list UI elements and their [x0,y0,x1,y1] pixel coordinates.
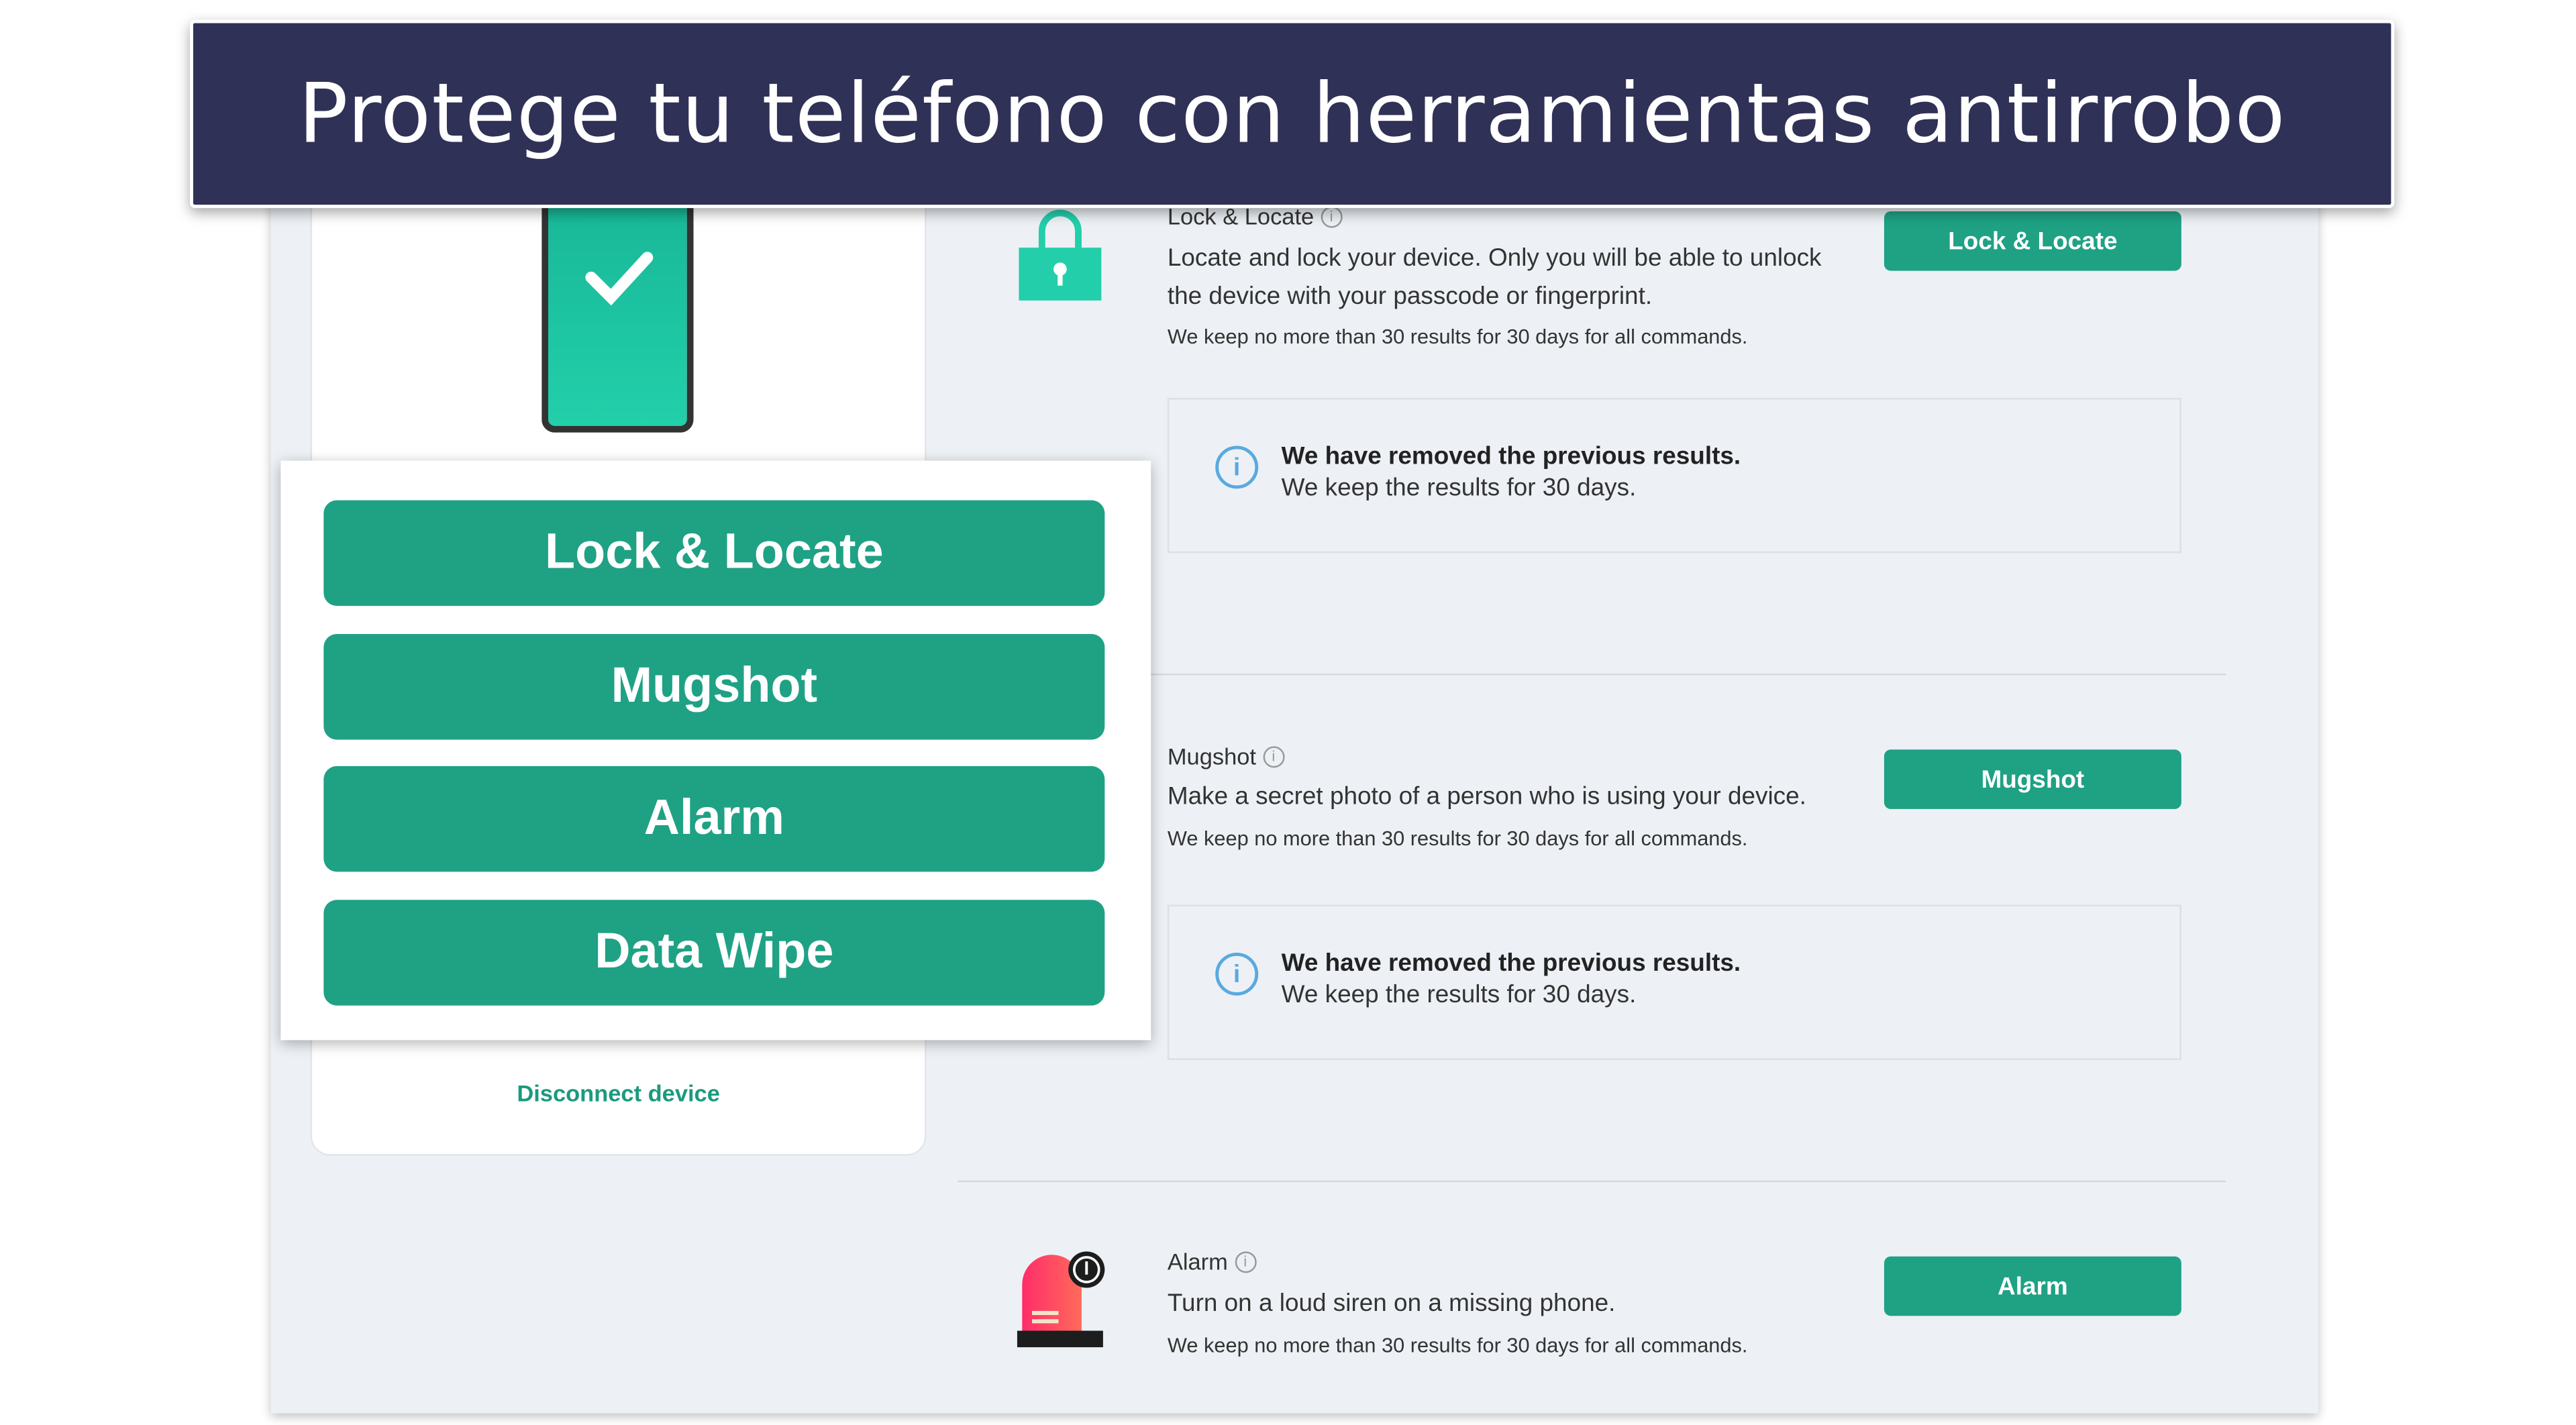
info-text: We keep the results for 30 days. [1281,474,1637,503]
padlock-icon [1019,208,1102,312]
info-icon[interactable]: i [1262,745,1284,768]
results-info-box: i We have removed the previous results. … [1167,904,2181,1060]
data-wipe-feature-button[interactable]: Data Wipe [323,900,1105,1006]
alarm-button[interactable]: Alarm [1884,1256,2181,1316]
results-info-box: i We have removed the previous results. … [1167,398,2181,553]
retention-note: We keep no more than 30 results for 30 d… [1167,325,1748,349]
phone-protected-icon [542,181,694,433]
section-title: Mugshot [1167,743,1257,770]
mugshot-title: Mugshot i [1167,743,1284,770]
lock-locate-button[interactable]: Lock & Locate [1884,211,2181,271]
retention-note: We keep no more than 30 results for 30 d… [1167,1334,1748,1357]
info-icon[interactable]: i [1321,205,1343,227]
info-circle-icon: i [1215,445,1259,489]
divider [958,1180,2226,1183]
info-bold-text: We have removed the previous results. [1281,949,1741,978]
lock-locate-feature-button[interactable]: Lock & Locate [323,500,1105,606]
lock-locate-description: Locate and lock your device. Only you wi… [1168,240,1822,315]
retention-note: We keep no more than 30 results for 30 d… [1167,827,1748,851]
info-bold-text: We have removed the previous results. [1281,442,1741,471]
siren-icon [1015,1248,1108,1359]
description-line: the device with your passcode or fingerp… [1167,282,1653,311]
alarm-feature-button[interactable]: Alarm [323,766,1105,872]
mugshot-feature-button[interactable]: Mugshot [323,633,1105,740]
info-text: We keep the results for 30 days. [1281,980,1637,1009]
info-icon[interactable]: i [1234,1251,1256,1273]
section-title: Alarm [1167,1248,1228,1275]
disconnect-device-link[interactable]: Disconnect device [311,1079,927,1106]
feature-list-overlay: Lock & Locate Mugshot Alarm Data Wipe [280,460,1151,1041]
alarm-description: Turn on a loud siren on a missing phone. [1167,1289,1616,1318]
mugshot-description: Make a secret photo of a person who is u… [1167,782,1806,811]
info-circle-icon: i [1215,952,1259,996]
alarm-title: Alarm i [1167,1248,1256,1275]
banner-title: Protege tu teléfono con herramientas ant… [190,19,2395,209]
description-line: Locate and lock your device. Only you wi… [1167,244,1822,273]
mugshot-button[interactable]: Mugshot [1884,749,2181,809]
